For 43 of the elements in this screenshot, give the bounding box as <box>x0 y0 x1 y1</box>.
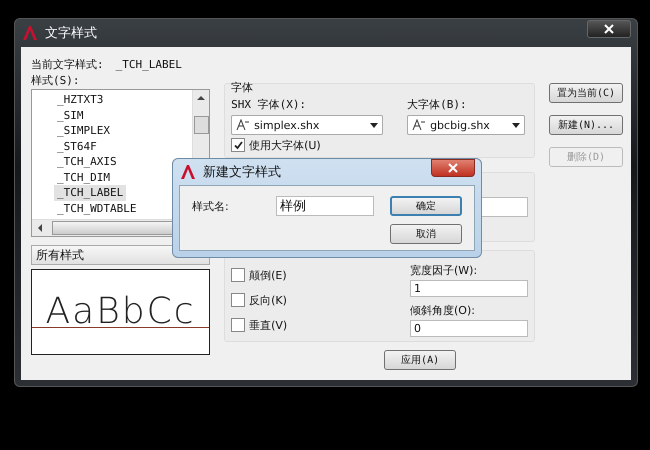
dialog-button[interactable]: 确定 <box>390 196 462 216</box>
current-style-label: 当前文字样式: <box>31 56 104 72</box>
effect-checkbox[interactable]: 反向(K) <box>231 292 288 308</box>
style-name-field[interactable]: 样例 <box>276 196 374 216</box>
dialog-title: 新建文字样式 <box>203 164 281 181</box>
close-button[interactable] <box>431 159 475 177</box>
big-font-dropdown[interactable]: gbcbig.shx <box>407 115 526 135</box>
style-list-item[interactable]: _TCH_AXIS <box>54 154 120 170</box>
effect-input-field[interactable]: 1 <box>410 280 528 297</box>
style-list-item[interactable]: _TCH_DIM <box>54 170 113 185</box>
style-list-item[interactable]: _ST64F <box>54 138 100 154</box>
font-icon <box>236 119 250 131</box>
close-icon <box>604 24 614 34</box>
close-icon <box>448 163 458 173</box>
apply-button[interactable]: 应用(A) <box>384 350 456 370</box>
style-name-label: 样式名: <box>192 199 230 215</box>
style-list-item[interactable]: _HZTXT3 <box>54 92 106 108</box>
group-title: 字体 <box>231 80 254 95</box>
style-list-item[interactable]: _TCH_LABEL <box>54 185 126 200</box>
preview-text: AaBbCc <box>44 292 197 332</box>
side-button[interactable]: 置为当前(C) <box>549 83 623 103</box>
style-list-item[interactable]: _SIM <box>54 108 86 123</box>
big-font-label: 大字体(B): <box>407 97 468 112</box>
effect-checkbox[interactable]: 颠倒(E) <box>231 267 288 283</box>
check-icon <box>232 140 244 150</box>
effect-field-label: 倾斜角度(O): <box>410 303 476 318</box>
side-button[interactable]: 新建(N)... <box>549 115 623 135</box>
window-title: 文字样式 <box>45 25 97 42</box>
close-button[interactable] <box>587 20 631 38</box>
shx-font-label: SHX 字体(X): <box>231 97 308 112</box>
current-style-value: _TCH_LABEL <box>116 58 182 70</box>
style-list-item[interactable]: _TCH_WDTABLE <box>54 200 140 216</box>
use-big-font-checkbox[interactable]: 使用大字体(U) <box>231 137 528 153</box>
effect-input-field[interactable]: 0 <box>410 320 528 337</box>
effect-checkbox[interactable]: 垂直(V) <box>231 317 288 333</box>
styles-label: 样式(S): <box>31 73 80 89</box>
app-logo-icon <box>179 164 197 180</box>
app-logo-icon <box>21 25 39 41</box>
font-icon <box>412 119 426 131</box>
shx-font-dropdown[interactable]: simplex.shx <box>231 115 384 135</box>
dialog-button[interactable]: 取消 <box>390 224 462 244</box>
style-list-item[interactable]: _SIMPLEX <box>54 123 113 138</box>
effect-field-label: 宽度因子(W): <box>410 263 478 278</box>
